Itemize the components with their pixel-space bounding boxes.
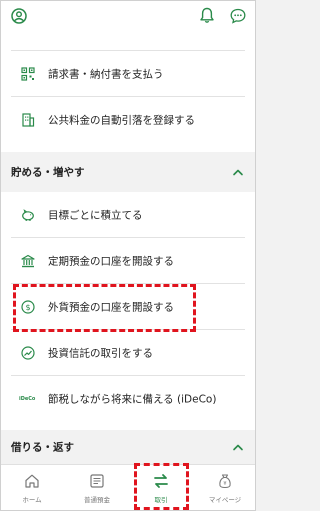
bank-icon [21, 254, 35, 267]
utility-debit-label: 公共料金の自動引落を登録する [48, 114, 195, 127]
section-borrow-header[interactable]: 借りる・返す [1, 430, 255, 464]
nav-savings[interactable]: 普通預金 [67, 465, 127, 510]
chat-icon[interactable] [230, 8, 246, 24]
chart-circle-icon [21, 345, 35, 360]
ideco-item[interactable]: iDeCo 節税しながら将来に備える (iDeCo) [11, 376, 245, 422]
bell-icon[interactable] [199, 7, 215, 24]
home-icon [25, 474, 39, 488]
section-borrow-title: 借りる・返す [11, 441, 74, 454]
ideco-label: 節税しながら将来に備える (iDeCo) [48, 393, 217, 406]
ideco-logo: iDeCo [19, 396, 36, 402]
pay-bills-item[interactable]: 請求書・納付書を支払う [11, 51, 245, 97]
nav-home[interactable]: ホーム [2, 465, 62, 510]
nav-home-label: ホーム [22, 496, 42, 504]
highlight-foreign-deposit [13, 284, 196, 332]
utility-debit-item[interactable]: 公共料金の自動引落を登録する [11, 97, 245, 143]
money-bag-icon: ¥ [219, 474, 231, 489]
nav-mypage[interactable]: ¥ マイページ [195, 465, 255, 510]
investment-trust-item[interactable]: 投資信託の取引をする [11, 330, 245, 376]
chevron-up-icon[interactable] [232, 443, 244, 451]
goal-saving-item[interactable]: 目標ごとに積立てる [11, 192, 245, 238]
app-screen: 請求書・納付書を支払う 公共料金の自動引落を登録する 貯める・増やす 目標ごとに… [0, 0, 256, 511]
bottom-nav: ホーム 普通預金 取引 ¥ マイページ [1, 464, 255, 510]
section-save-title: 貯める・増やす [11, 166, 85, 179]
app-header [1, 1, 255, 31]
passbook-icon [90, 474, 104, 488]
chevron-up-icon[interactable] [232, 168, 244, 176]
piggy-bank-icon [22, 208, 34, 221]
time-deposit-label: 定期預金の口座を開設する [48, 255, 174, 267]
qr-code-icon [21, 66, 35, 81]
building-icon [22, 113, 35, 127]
pay-bills-label: 請求書・納付書を支払う [48, 68, 164, 80]
section-save-header[interactable]: 貯める・増やす [1, 152, 255, 192]
investment-trust-label: 投資信託の取引をする [48, 347, 153, 359]
nav-savings-label: 普通預金 [84, 496, 110, 504]
highlight-transaction-tab [134, 463, 189, 510]
time-deposit-item[interactable]: 定期預金の口座を開設する [11, 238, 245, 284]
payments-card: 請求書・納付書を支払う 公共料金の自動引落を登録する [1, 31, 255, 152]
profile-icon[interactable] [11, 8, 27, 24]
list-divider-top [11, 31, 245, 51]
goal-saving-label: 目標ごとに積立てる [48, 209, 143, 221]
svg-text:¥: ¥ [223, 481, 226, 487]
nav-mypage-label: マイページ [208, 496, 242, 504]
